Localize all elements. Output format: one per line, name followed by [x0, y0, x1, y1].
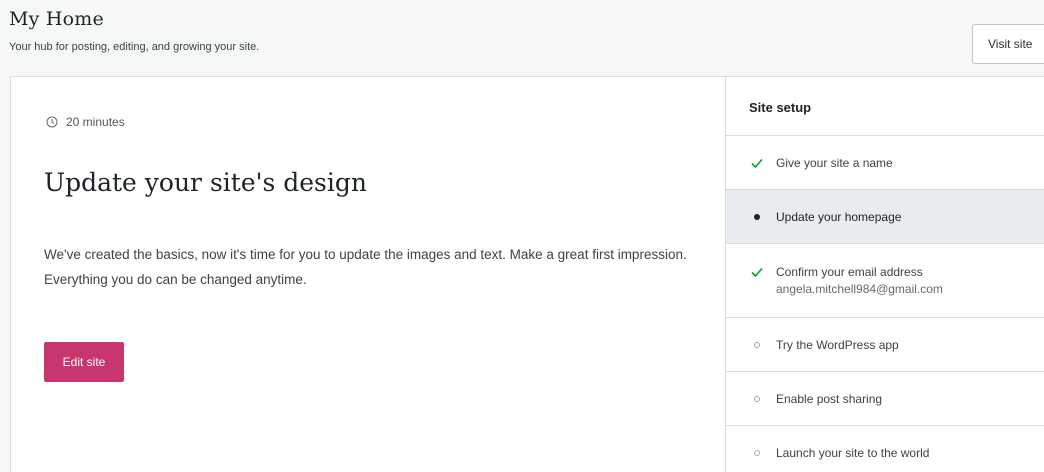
- page-header: My Home Your hub for posting, editing, a…: [9, 8, 259, 53]
- site-setup-card: 20 minutes Update your site's design We'…: [10, 76, 1044, 472]
- checkmark-icon: [750, 265, 764, 279]
- setup-item-label: Give your site a name: [776, 155, 893, 170]
- edit-site-button[interactable]: Edit site: [44, 342, 124, 382]
- setup-item-wordpress-app[interactable]: Try the WordPress app: [726, 318, 1044, 372]
- page-subtitle: Your hub for posting, editing, and growi…: [9, 41, 260, 53]
- empty-circle-icon: [750, 338, 764, 352]
- setup-item-site-name[interactable]: Give your site a name: [726, 136, 1044, 190]
- site-setup-panel: Site setup Give your site a name Update …: [725, 77, 1044, 472]
- setup-item-label: Launch your site to the world: [776, 445, 930, 460]
- site-setup-list: Give your site a name Update your homepa…: [726, 136, 1044, 472]
- site-setup-title: Site setup: [726, 77, 1044, 136]
- bullet-icon: [750, 210, 764, 224]
- setup-item-homepage[interactable]: Update your homepage: [726, 190, 1044, 244]
- checkmark-icon: [750, 156, 764, 170]
- empty-circle-icon: [750, 446, 764, 460]
- task-duration: 20 minutes: [46, 115, 125, 129]
- visit-site-button[interactable]: Visit site: [972, 24, 1044, 64]
- empty-circle-icon: [750, 392, 764, 406]
- setup-item-label: Confirm your email address: [776, 265, 923, 279]
- setup-item-confirm-email[interactable]: Confirm your email address angela.mitche…: [726, 244, 1044, 318]
- setup-item-label: Try the WordPress app: [776, 337, 899, 352]
- setup-item-post-sharing[interactable]: Enable post sharing: [726, 372, 1044, 426]
- setup-item-email: angela.mitchell984@gmail.com: [776, 282, 943, 296]
- setup-item-label: Enable post sharing: [776, 391, 883, 406]
- task-description: We've created the basics, now it's time …: [44, 247, 687, 287]
- page-title: My Home: [9, 8, 104, 30]
- task-panel: 20 minutes Update your site's design We'…: [11, 77, 725, 472]
- setup-item-label: Update your homepage: [776, 209, 902, 224]
- task-duration-label: 20 minutes: [66, 115, 125, 129]
- my-home-page: My Home Your hub for posting, editing, a…: [0, 0, 1044, 472]
- setup-item-launch-site[interactable]: Launch your site to the world: [726, 426, 1044, 472]
- task-title: Update your site's design: [44, 168, 367, 197]
- clock-icon: [46, 116, 58, 128]
